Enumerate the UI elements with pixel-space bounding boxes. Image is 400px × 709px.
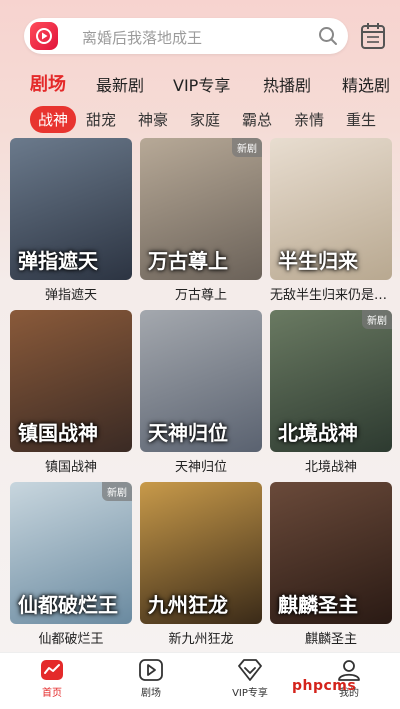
genre-tab-chongsheng[interactable]: 重生 — [346, 109, 376, 130]
drama-poster: 九州狂龙 — [140, 482, 262, 624]
search-bar[interactable]: 离婚后我落地成王 — [24, 18, 348, 54]
drama-title: 新九州狂龙 — [168, 632, 234, 647]
poster-title: 北境战神 — [278, 421, 358, 445]
tab-featured[interactable]: 精选剧 — [342, 72, 390, 96]
tab-vip[interactable]: VIP专享 — [173, 72, 230, 96]
drama-title: 麒麟圣主 — [304, 632, 357, 647]
poster-title: 天神归位 — [148, 421, 228, 445]
genre-tab-bazong[interactable]: 霸总 — [242, 109, 272, 130]
poster-title: 麒麟圣主 — [278, 593, 358, 617]
drama-title: 无敌半生归来仍是少年 — [270, 288, 392, 303]
tab-theater[interactable]: 剧场 — [30, 70, 66, 96]
diamond-icon — [238, 659, 262, 681]
tab-latest[interactable]: 最新剧 — [96, 72, 144, 96]
drama-poster: 天神归位 — [140, 310, 262, 452]
genre-tab-jiating[interactable]: 家庭 — [190, 109, 220, 130]
poster-title: 仙都破烂王 — [18, 593, 118, 617]
new-badge: 新剧 — [232, 138, 262, 157]
nav-vip[interactable]: VIP专享 — [220, 659, 280, 699]
genre-tab-tianchong[interactable]: 甜宠 — [86, 109, 116, 130]
play-icon — [139, 659, 163, 681]
search-icon[interactable] — [318, 26, 338, 50]
poster-title: 万古尊上 — [148, 249, 228, 273]
tab-hot[interactable]: 热播剧 — [263, 72, 311, 96]
poster-title: 弹指遮天 — [18, 249, 98, 273]
calendar-icon[interactable] — [360, 22, 386, 54]
drama-title: 天神归位 — [174, 460, 227, 475]
poster-title: 九州狂龙 — [148, 593, 228, 617]
drama-poster: 麒麟圣主 — [270, 482, 392, 624]
home-icon — [41, 660, 63, 680]
drama-poster: 镇国战神 — [10, 310, 132, 452]
drama-poster: 新剧 仙都破烂王 — [10, 482, 132, 624]
drama-poster: 新剧 北境战神 — [270, 310, 392, 452]
new-badge: 新剧 — [102, 482, 132, 501]
genre-tab-qinqing[interactable]: 亲情 — [294, 109, 324, 130]
poster-title: 半生归来 — [278, 249, 358, 273]
nav-home-label: 首页 — [42, 688, 62, 699]
drama-poster: 新剧 万古尊上 — [140, 138, 262, 280]
nav-home[interactable]: 首页 — [22, 659, 82, 699]
poster-title: 镇国战神 — [18, 421, 98, 445]
nav-theater[interactable]: 剧场 — [121, 659, 181, 699]
drama-title: 万古尊上 — [174, 288, 227, 303]
watermark-text: phpcms — [292, 678, 357, 694]
top-bar: 离婚后我落地成王 — [0, 0, 400, 70]
main-tabs: 剧场 最新剧 VIP专享 热播剧 精选剧 — [0, 72, 400, 102]
drama-title: 北境战神 — [304, 460, 357, 475]
new-badge: 新剧 — [362, 310, 392, 329]
nav-vip-label: VIP专享 — [232, 688, 268, 699]
search-placeholder: 离婚后我落地成王 — [82, 29, 203, 47]
genre-tab-shenhao[interactable]: 神豪 — [138, 109, 168, 130]
drama-title: 镇国战神 — [44, 460, 97, 475]
drama-poster: 弹指遮天 — [10, 138, 132, 280]
drama-title: 仙都破烂王 — [38, 632, 104, 647]
drama-poster: 半生归来 — [270, 138, 392, 280]
drama-title: 弹指遮天 — [44, 288, 97, 303]
nav-theater-label: 剧场 — [141, 688, 161, 699]
app-logo-icon — [30, 22, 58, 50]
genre-tabs: 战神 甜宠 神豪 家庭 霸总 亲情 重生 — [0, 106, 400, 133]
genre-tab-zhanshen[interactable]: 战神 — [30, 106, 77, 133]
